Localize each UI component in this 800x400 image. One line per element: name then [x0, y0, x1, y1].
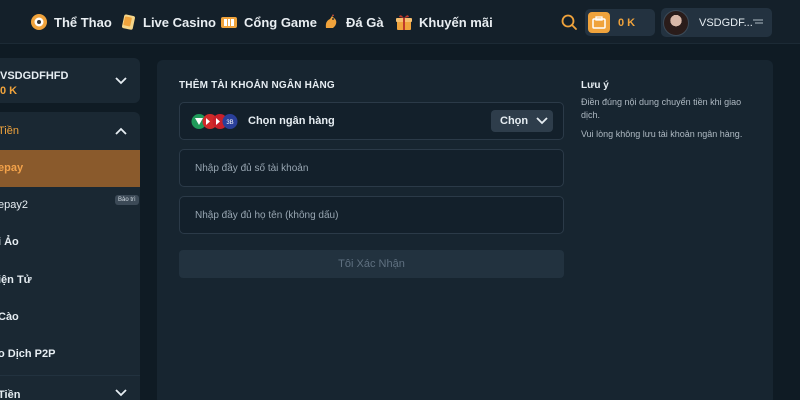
sidebar-item-p2p[interactable]: o Dịch P2P [0, 336, 140, 373]
search-icon[interactable] [560, 13, 578, 31]
choose-bank-label: Chọn [500, 115, 529, 127]
bank-select-label: Chọn ngân hàng [248, 115, 335, 127]
game-tickets-icon [220, 13, 238, 31]
nav-item-live-casino[interactable]: Live Casino [119, 12, 216, 32]
nav-item-game-portal[interactable]: Cổng Game [220, 12, 317, 32]
menu-icon [753, 19, 763, 24]
sidebar-section2-title: Tiền [0, 389, 21, 400]
nav-label: Live Casino [143, 14, 216, 30]
avatar [663, 9, 689, 36]
maintenance-badge: Bảo trì [115, 195, 139, 205]
nav-item-sports[interactable]: Thể Thao [30, 12, 112, 32]
svg-text:3B: 3B [226, 120, 233, 126]
full-name-input[interactable] [179, 196, 564, 234]
rooster-icon [322, 13, 340, 31]
playing-card-icon [119, 13, 137, 31]
sidebar-item-label: epay [0, 162, 24, 174]
sidebar-section-title: Tiền [0, 125, 19, 137]
sidebar-section-header[interactable]: Tiền [0, 112, 140, 150]
sidebar-item-label: Cào [0, 311, 19, 323]
add-bank-account-panel: THÊM TÀI KHOẢN NGÂN HÀNG 3B Chọn ngân hà… [157, 60, 773, 400]
top-nav-bar: Thể Thao Live Casino Cổng Game Đá Gà Khu… [0, 0, 800, 44]
confirm-button[interactable]: Tôi Xác Nhận [179, 250, 564, 278]
sidebar-account-name: VSDGDFHFD [0, 70, 69, 82]
sidebar-item-label: i Ảo [0, 236, 19, 248]
chevron-up-icon [115, 127, 127, 135]
nav-label: Khuyến mãi [419, 14, 493, 30]
sidebar-item-epay[interactable]: epay [0, 150, 140, 187]
sidebar-account-balance: 0 K [0, 85, 18, 97]
chevron-down-icon [115, 77, 127, 85]
chevron-down-icon [115, 389, 127, 397]
sidebar-item-label: iện Tử [0, 274, 32, 286]
note-title: Lưu ý [581, 80, 609, 91]
nav-item-promotions[interactable]: Khuyến mãi [395, 12, 493, 32]
sidebar-account-card[interactable]: VSDGDFHFD 0 K [0, 58, 140, 103]
sidebar-item-epay2[interactable]: epay2 Bảo trì [0, 187, 140, 224]
nav-item-cockfight[interactable]: Đá Gà [322, 12, 384, 32]
bank-select[interactable]: 3B Chọn ngân hàng Chọn [179, 102, 564, 140]
gift-icon [395, 13, 413, 31]
username-label: VSDGDF... [699, 16, 753, 29]
sidebar-item-ewallet[interactable]: iện Tử [0, 262, 140, 299]
wallet-icon [588, 12, 610, 33]
sidebar-section2-header[interactable]: Tiền [0, 375, 140, 400]
note-line: Vui lòng không lưu tài khoản ngân hàng. [581, 129, 743, 139]
nav-label: Thể Thao [54, 14, 112, 30]
balance-amount: 0 K [618, 16, 636, 29]
sidebar-item-label: epay2 [0, 199, 28, 211]
sidebar-item-label: o Dịch P2P [0, 348, 56, 360]
form-title: THÊM TÀI KHOẢN NGÂN HÀNG [179, 80, 335, 91]
note-line: Điền đúng nội dung chuyển tiền khi giao … [581, 97, 742, 120]
soccer-ball-icon [30, 13, 48, 31]
bank-logos-icon: 3B [191, 114, 238, 129]
sidebar-item-scratch-card[interactable]: Cào [0, 299, 140, 336]
user-menu-button[interactable]: VSDGDF... [661, 8, 772, 37]
account-number-input[interactable] [179, 149, 564, 187]
chevron-down-icon [536, 117, 548, 125]
balance-button[interactable]: 0 K [585, 9, 655, 36]
sidebar-menu: Tiền epay epay2 Bảo trì i Ảo iện Tử Cào … [0, 112, 140, 400]
sidebar-item-virtual[interactable]: i Ảo [0, 224, 140, 261]
nav-label: Đá Gà [346, 14, 384, 30]
nav-label: Cổng Game [244, 14, 317, 30]
choose-bank-button[interactable]: Chọn [491, 110, 553, 132]
